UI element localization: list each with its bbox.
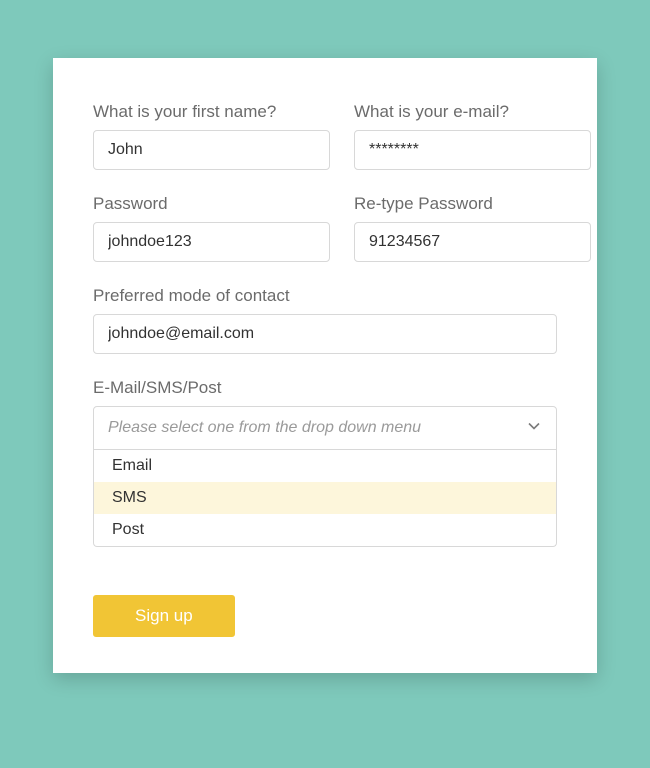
first-name-input[interactable] [93,130,330,170]
contact-mode-option-post[interactable]: Post [94,514,556,546]
signup-card: What is your first name? What is your e-… [53,58,597,673]
contact-mode-select[interactable]: Please select one from the drop down men… [93,406,557,547]
email-label: What is your e-mail? [354,102,591,122]
password-label: Password [93,194,330,214]
email-input[interactable] [354,130,591,170]
preferred-contact-label: Preferred mode of contact [93,286,557,306]
retype-password-label: Re-type Password [354,194,591,214]
preferred-contact-input[interactable] [93,314,557,354]
retype-password-input[interactable] [354,222,591,262]
contact-mode-option-sms[interactable]: SMS [94,482,556,514]
contact-mode-select-head[interactable]: Please select one from the drop down men… [93,406,557,450]
contact-mode-label: E-Mail/SMS/Post [93,378,557,398]
password-input[interactable] [93,222,330,262]
chevron-down-icon [526,418,542,439]
sign-up-button[interactable]: Sign up [93,595,235,637]
contact-mode-placeholder: Please select one from the drop down men… [108,419,421,436]
contact-mode-option-email[interactable]: Email [94,450,556,482]
contact-mode-options: EmailSMSPost [93,450,557,547]
first-name-label: What is your first name? [93,102,330,122]
